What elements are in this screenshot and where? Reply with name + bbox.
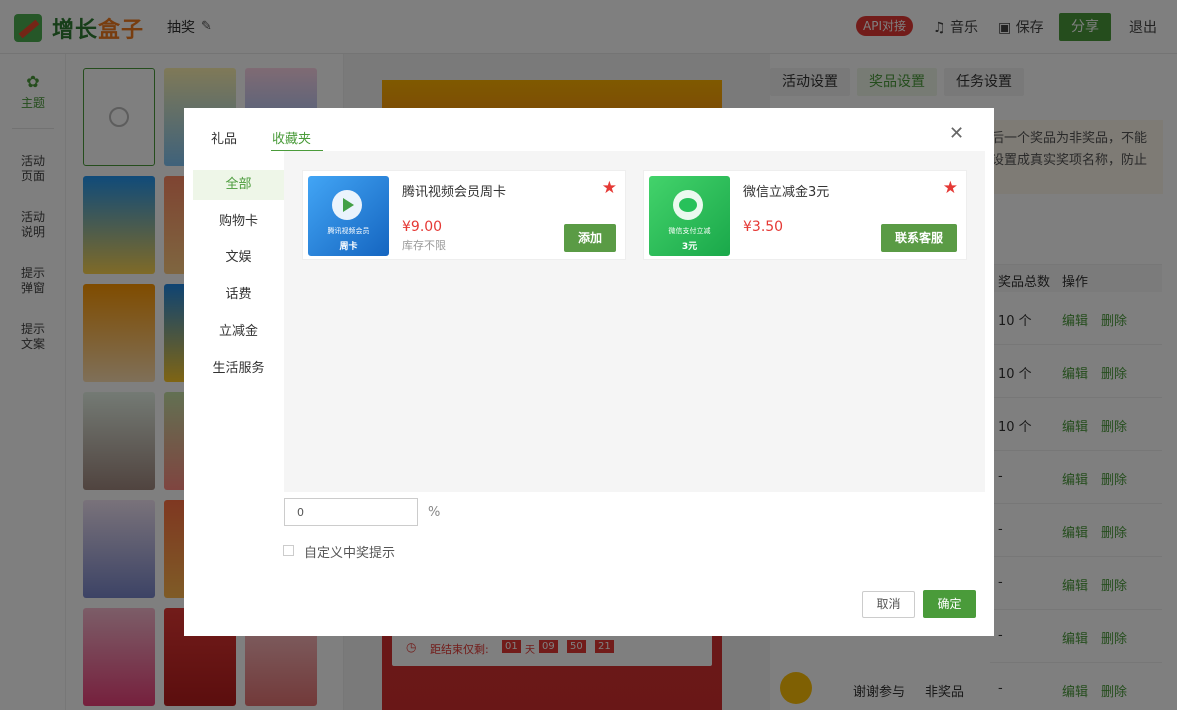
play-icon: [332, 190, 362, 220]
gift-price: ¥3.50: [743, 219, 784, 235]
confirm-button[interactable]: 确定: [923, 590, 976, 618]
gift-card: 腾讯视频会员 周卡 腾讯视频会员周卡 ★ ¥9.00 库存不限 添加: [302, 170, 626, 260]
category-entertainment[interactable]: 文娱: [193, 243, 284, 273]
cancel-button[interactable]: 取消: [862, 591, 915, 618]
wechat-icon: [673, 190, 703, 220]
category-phone-bill[interactable]: 话费: [193, 280, 284, 310]
gift-image: 腾讯视频会员 周卡: [308, 176, 389, 256]
gift-picker-modal: 礼品 收藏夹 ✕ 全部 购物卡 文娱 话费 立减金 生活服务 腾讯视频会员 周卡…: [193, 108, 985, 492]
tab-gifts[interactable]: 礼品: [211, 128, 237, 147]
probability-input[interactable]: 0: [284, 498, 418, 526]
category-all[interactable]: 全部: [193, 170, 284, 200]
contact-service-button[interactable]: 联系客服: [881, 224, 957, 252]
gift-name: 腾讯视频会员周卡: [402, 185, 507, 200]
category-shopping-card[interactable]: 购物卡: [193, 207, 284, 237]
gift-stock: 库存不限: [402, 239, 446, 252]
category-list: 全部 购物卡 文娱 话费 立减金 生活服务: [193, 151, 284, 492]
custom-tip-label: 自定义中奖提示: [304, 546, 396, 561]
gift-image: 微信支付立减 3元: [649, 176, 730, 256]
gift-price: ¥9.00: [402, 219, 443, 235]
category-life-service[interactable]: 生活服务: [193, 354, 284, 384]
gift-list: 腾讯视频会员 周卡 腾讯视频会员周卡 ★ ¥9.00 库存不限 添加 微信支付立…: [284, 151, 985, 492]
add-button[interactable]: 添加: [564, 224, 616, 252]
category-cashback[interactable]: 立减金: [193, 317, 284, 347]
favorite-star-icon[interactable]: ★: [943, 178, 958, 198]
gift-name: 微信立减金3元: [743, 185, 830, 200]
gift-card: 微信支付立减 3元 微信立减金3元 ★ ¥3.50 联系客服: [643, 170, 967, 260]
custom-tip-checkbox[interactable]: [283, 545, 294, 556]
percent-unit: %: [428, 505, 441, 520]
tab-favorites[interactable]: 收藏夹: [272, 128, 311, 147]
close-icon[interactable]: ✕: [949, 124, 964, 144]
favorite-star-icon[interactable]: ★: [602, 178, 617, 198]
